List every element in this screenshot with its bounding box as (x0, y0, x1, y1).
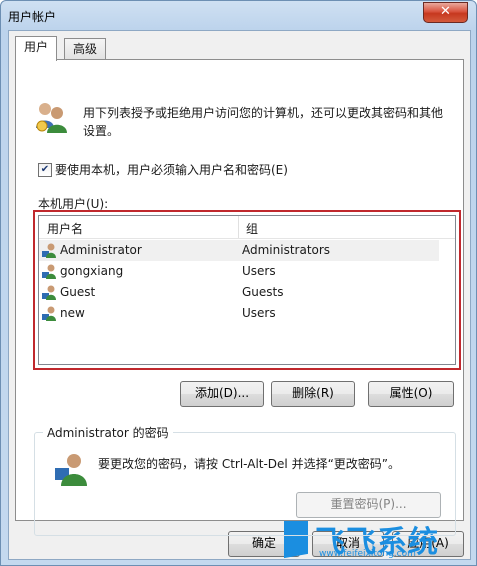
user-name: Guest (60, 285, 96, 299)
require-login-checkbox[interactable]: ✔ (38, 163, 52, 177)
password-instructions: 要更改您的密码，请按 Ctrl-Alt-Del 并选择“更改密码”。 (98, 457, 401, 471)
column-separator[interactable] (238, 216, 239, 238)
users-tab-panel: 用下列表授予或拒绝用户访问您的计算机，还可以更改其密码和其他设置。 ✔ 要使用本… (15, 59, 464, 536)
users-list[interactable]: 用户名 组 Administrator Administrators gongx… (38, 215, 456, 365)
reset-password-button[interactable]: 重置密码(P)... (296, 492, 441, 518)
tab-users[interactable]: 用户 (15, 36, 58, 61)
add-user-button[interactable]: 添加(D)... (180, 381, 264, 407)
close-button[interactable]: ✕ (423, 2, 468, 23)
user-icon (42, 243, 56, 258)
user-name: gongxiang (60, 264, 124, 278)
watermark-url: www.feifeixitong.com (319, 549, 416, 559)
user-name: new (60, 306, 85, 320)
dialog-client-area: 用户 高级 用下列表授予或拒绝用户访问您的计算机，还可以更改其密码和其他设置。 … (8, 30, 471, 560)
properties-button[interactable]: 属性(O) (368, 381, 454, 407)
column-header-group[interactable]: 组 (246, 220, 258, 237)
list-item[interactable]: Guest Guests (39, 282, 439, 303)
close-icon: ✕ (440, 4, 451, 19)
title-bar[interactable]: 用户帐户 ✕ (1, 1, 476, 29)
list-item[interactable]: gongxiang Users (39, 261, 439, 282)
user-name: Administrator (60, 243, 142, 257)
user-group: Administrators (242, 243, 331, 257)
users-icon (36, 103, 67, 133)
remove-user-button[interactable]: 删除(R) (271, 381, 355, 407)
list-item[interactable]: new Users (39, 303, 439, 324)
user-icon (42, 285, 56, 300)
panel-description: 用下列表授予或拒绝用户访问您的计算机，还可以更改其密码和其他设置。 (83, 106, 444, 138)
column-header-username[interactable]: 用户名 (47, 220, 83, 237)
user-icon (42, 306, 56, 321)
list-header: 用户名 组 (39, 216, 455, 239)
list-item[interactable]: Administrator Administrators (39, 240, 439, 261)
window-title: 用户帐户 (8, 10, 57, 24)
user-group: Users (242, 264, 276, 278)
user-accounts-window: 用户帐户 ✕ 用户 高级 用下列表授予或拒绝用户访问您的计算机，还可以更改其密码… (0, 0, 477, 566)
tab-advanced[interactable]: 高级 (64, 38, 107, 60)
user-group: Users (242, 306, 276, 320)
password-group-box (34, 432, 456, 536)
user-icon (42, 264, 56, 279)
user-group: Guests (242, 285, 284, 299)
password-group-title: Administrator 的密码 (43, 424, 173, 441)
check-icon: ✔ (40, 164, 50, 175)
require-login-label[interactable]: 要使用本机，用户必须输入用户名和密码(E) (55, 161, 288, 178)
user-password-icon (55, 454, 87, 486)
